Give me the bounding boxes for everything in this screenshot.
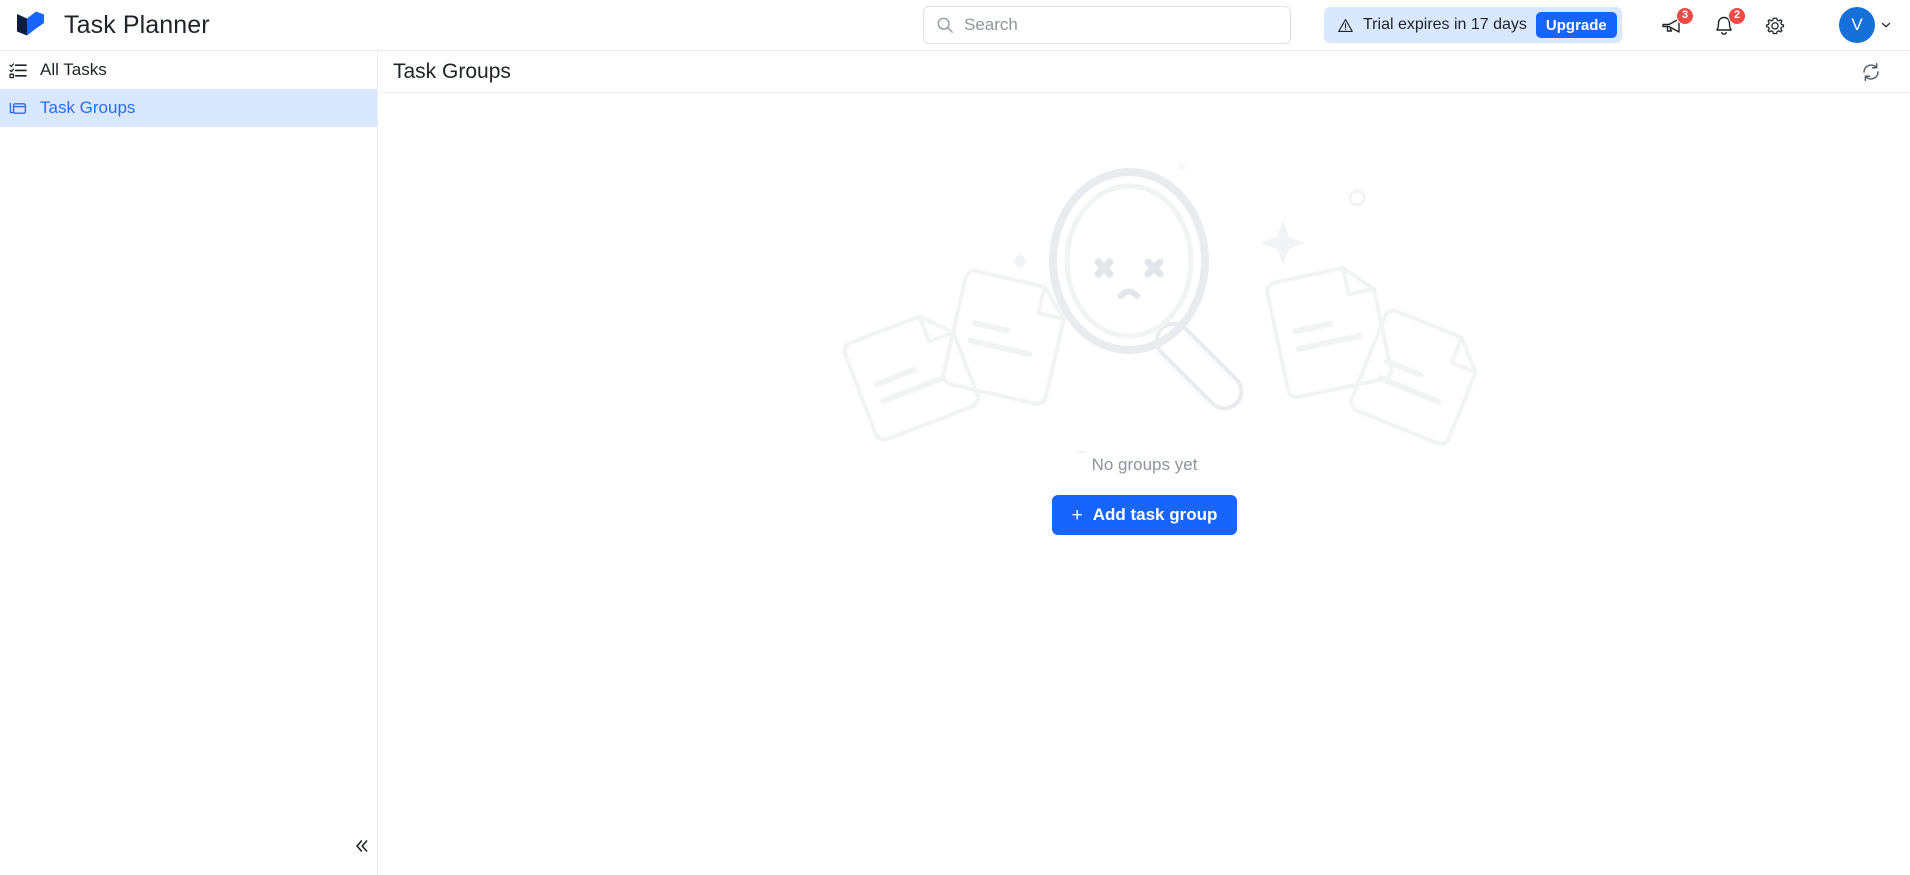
trial-banner: Trial expires in 17 days Upgrade — [1324, 7, 1622, 43]
app-title: Task Planner — [64, 10, 210, 39]
sidebar-collapse-button[interactable] — [345, 829, 379, 863]
content-header: Task Groups — [379, 51, 1910, 93]
add-task-group-label: Add task group — [1092, 505, 1218, 524]
sidebar-item-all-tasks[interactable]: All Tasks — [0, 51, 377, 89]
announcements-button[interactable]: 3 — [1651, 0, 1694, 51]
refresh-button[interactable] — [1856, 57, 1886, 87]
page-title: Task Groups — [393, 59, 511, 83]
chevron-double-left-icon — [356, 840, 368, 852]
user-menu[interactable]: V — [1839, 7, 1893, 43]
upgrade-button[interactable]: Upgrade — [1535, 12, 1617, 38]
notifications-button[interactable]: 2 — [1703, 0, 1746, 51]
trial-message: Trial expires in 17 days — [1363, 16, 1527, 33]
search-input[interactable] — [964, 7, 1278, 43]
plus-icon: + — [1071, 504, 1083, 526]
announcements-icon-wrap: 3 — [1659, 6, 1694, 39]
gear-icon — [1765, 17, 1785, 34]
chevron-down-icon — [1881, 22, 1891, 28]
empty-state-message: No groups yet — [1091, 455, 1198, 474]
search-box[interactable] — [923, 6, 1291, 44]
search-container[interactable] — [923, 6, 1291, 44]
notifications-icon-wrap: 2 — [1711, 6, 1746, 39]
folders-icon — [9, 102, 27, 114]
sad-magnifier-no-results-icon — [842, 161, 1478, 453]
cube-logo-icon — [17, 11, 44, 36]
main-content: Task Groups No groups yet + Add task gro… — [379, 51, 1910, 875]
add-task-group-button[interactable]: + Add task group — [1051, 495, 1238, 535]
sidebar-item-task-groups[interactable]: Task Groups — [0, 89, 377, 127]
announcements-badge: 3 — [1676, 6, 1694, 25]
brand-area[interactable]: Task Planner — [0, 0, 378, 50]
sidebar: All Tasks Task Groups — [0, 51, 378, 875]
settings-button[interactable] — [1754, 0, 1796, 51]
sidebar-item-label: All Tasks — [40, 60, 107, 79]
empty-state: No groups yet + Add task group — [379, 93, 1910, 875]
refresh-icon — [1863, 62, 1879, 81]
task-list-icon — [9, 63, 27, 79]
warning-triangle-icon — [1338, 18, 1353, 32]
avatar: V — [1839, 7, 1875, 43]
search-icon — [937, 17, 953, 33]
notifications-badge: 2 — [1728, 6, 1746, 25]
sidebar-item-label: Task Groups — [40, 98, 136, 117]
top-header-bar: Task Planner Trial expires in 17 days Up… — [0, 0, 1910, 51]
